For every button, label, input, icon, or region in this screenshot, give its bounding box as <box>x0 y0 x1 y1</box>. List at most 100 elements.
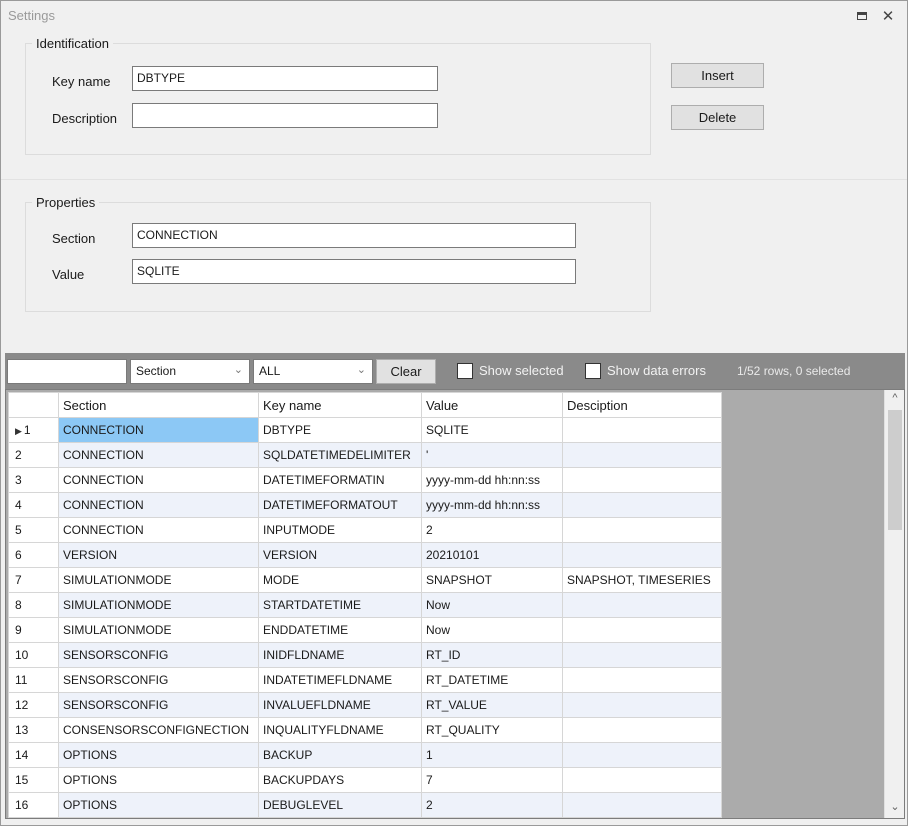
cell-key-name[interactable]: DEBUGLEVEL <box>258 792 422 818</box>
cell-key-name[interactable]: BACKUPDAYS <box>258 767 422 793</box>
row-number[interactable]: 5 <box>8 517 59 543</box>
cell-key-name[interactable]: DBTYPE <box>258 417 422 443</box>
cell-description[interactable] <box>562 717 722 743</box>
table-row[interactable]: 8 SIMULATIONMODE STARTDATETIME Now <box>8 592 722 618</box>
cell-section[interactable]: OPTIONS <box>58 767 259 793</box>
cell-value[interactable]: RT_DATETIME <box>421 667 563 693</box>
cell-section[interactable]: SENSORSCONFIG <box>58 642 259 668</box>
cell-key-name[interactable]: VERSION <box>258 542 422 568</box>
cell-description[interactable] <box>562 617 722 643</box>
cell-description[interactable] <box>562 542 722 568</box>
cell-description[interactable] <box>562 592 722 618</box>
cell-value[interactable]: yyyy-mm-dd hh:nn:ss <box>421 467 563 493</box>
cell-section[interactable]: SIMULATIONMODE <box>58 617 259 643</box>
cell-key-name[interactable]: SQLDATETIMEDELIMITER <box>258 442 422 468</box>
cell-value[interactable]: SQLITE <box>421 417 563 443</box>
column-header-value[interactable]: Value <box>421 392 563 418</box>
table-row[interactable]: 11 SENSORSCONFIG INDATETIMEFLDNAME RT_DATET… <box>8 667 722 693</box>
cell-key-name[interactable]: MODE <box>258 567 422 593</box>
cell-description[interactable] <box>562 517 722 543</box>
cell-key-name[interactable]: DATETIMEFORMATOUT <box>258 492 422 518</box>
cell-key-name[interactable]: ENDDATETIME <box>258 617 422 643</box>
row-number[interactable]: 7 <box>8 567 59 593</box>
section-input[interactable]: CONNECTION <box>132 223 576 248</box>
table-row[interactable]: 10 SENSORSCONFIG INIDFLDNAME RT_ID <box>8 642 722 668</box>
cell-key-name[interactable]: STARTDATETIME <box>258 592 422 618</box>
cell-key-name[interactable]: INPUTMODE <box>258 517 422 543</box>
row-number[interactable]: 6 <box>8 542 59 568</box>
row-number[interactable]: 12 <box>8 692 59 718</box>
close-button[interactable]: ✕ <box>877 5 899 27</box>
key-name-input[interactable]: DBTYPE <box>132 66 438 91</box>
cell-description[interactable] <box>562 692 722 718</box>
table-row[interactable]: 14 OPTIONS BACKUP 1 <box>8 742 722 768</box>
filter-search-input[interactable] <box>7 359 127 384</box>
show-selected-checkbox[interactable] <box>457 363 473 379</box>
table-row[interactable]: 15 OPTIONS BACKUPDAYS 7 <box>8 767 722 793</box>
row-number[interactable]: 11 <box>8 667 59 693</box>
cell-value[interactable]: RT_ID <box>421 642 563 668</box>
table-row[interactable]: 3 CONNECTION DATETIMEFORMATIN yyyy-mm-dd hh… <box>8 467 722 493</box>
scroll-up-icon[interactable]: ^ <box>885 392 904 408</box>
row-number[interactable]: 13 <box>8 717 59 743</box>
cell-section[interactable]: CONNECTION <box>58 517 259 543</box>
cell-value[interactable]: 20210101 <box>421 542 563 568</box>
table-row[interactable]: 9 SIMULATIONMODE ENDDATETIME Now <box>8 617 722 643</box>
show-data-errors-label[interactable]: Show data errors <box>607 363 706 378</box>
cell-description[interactable]: SNAPSHOT, TIMESERIES <box>562 567 722 593</box>
table-row[interactable]: ▶ 1 CONNECTION DBTYPE SQLITE <box>8 417 722 443</box>
cell-section[interactable]: OPTIONS <box>58 792 259 818</box>
cell-key-name[interactable]: INVALUEFLDNAME <box>258 692 422 718</box>
cell-section[interactable]: SIMULATIONMODE <box>58 592 259 618</box>
cell-description[interactable] <box>562 642 722 668</box>
row-number[interactable]: 16 <box>8 792 59 818</box>
filter-value-select[interactable]: ALL ⌄ <box>253 359 373 384</box>
delete-button[interactable]: Delete <box>671 105 764 130</box>
clear-button[interactable]: Clear <box>376 359 436 384</box>
settings-grid[interactable]: Section Key name Value Desciption ▶ 1 CONN… <box>5 389 905 819</box>
row-number[interactable]: 8 <box>8 592 59 618</box>
column-header-description[interactable]: Desciption <box>562 392 722 418</box>
row-number[interactable]: 4 <box>8 492 59 518</box>
column-header-section[interactable]: Section <box>58 392 259 418</box>
table-row[interactable]: 4 CONNECTION DATETIMEFORMATOUT yyyy-mm-dd h… <box>8 492 722 518</box>
cell-key-name[interactable]: INQUALITYFLDNAME <box>258 717 422 743</box>
value-input[interactable]: SQLITE <box>132 259 576 284</box>
cell-key-name[interactable]: INIDFLDNAME <box>258 642 422 668</box>
cell-description[interactable] <box>562 742 722 768</box>
cell-value[interactable]: ' <box>421 442 563 468</box>
cell-description[interactable] <box>562 792 722 818</box>
row-number[interactable]: 3 <box>8 467 59 493</box>
table-row[interactable]: 13 CONSENSORSCONFIGNECTION INQUALITYFLDNAM… <box>8 717 722 743</box>
cell-value[interactable]: 2 <box>421 517 563 543</box>
row-number[interactable]: ▶ 1 <box>8 417 59 443</box>
cell-description[interactable] <box>562 767 722 793</box>
cell-section[interactable]: SENSORSCONFIG <box>58 667 259 693</box>
cell-section[interactable]: CONNECTION <box>58 492 259 518</box>
row-number[interactable]: 14 <box>8 742 59 768</box>
cell-section[interactable]: OPTIONS <box>58 742 259 768</box>
cell-value[interactable]: Now <box>421 617 563 643</box>
filter-column-select[interactable]: Section ⌄ <box>130 359 250 384</box>
cell-description[interactable] <box>562 417 722 443</box>
table-row[interactable]: 12 SENSORSCONFIG INVALUEFLDNAME RT_VALUE <box>8 692 722 718</box>
cell-value[interactable]: yyyy-mm-dd hh:nn:ss <box>421 492 563 518</box>
cell-section[interactable]: SENSORSCONFIG <box>58 692 259 718</box>
cell-key-name[interactable]: BACKUP <box>258 742 422 768</box>
cell-section[interactable]: CONNECTION <box>58 442 259 468</box>
cell-value[interactable]: 2 <box>421 792 563 818</box>
cell-value[interactable]: Now <box>421 592 563 618</box>
scroll-down-icon[interactable]: ⌄ <box>885 800 904 816</box>
row-number[interactable]: 9 <box>8 617 59 643</box>
cell-section[interactable]: CONNECTION <box>58 467 259 493</box>
cell-value[interactable]: RT_VALUE <box>421 692 563 718</box>
table-row[interactable]: 16 OPTIONS DEBUGLEVEL 2 <box>8 792 722 818</box>
show-selected-label[interactable]: Show selected <box>479 363 564 378</box>
show-data-errors-checkbox[interactable] <box>585 363 601 379</box>
cell-section[interactable]: CONNECTION <box>58 417 259 443</box>
cell-description[interactable] <box>562 492 722 518</box>
cell-value[interactable]: 7 <box>421 767 563 793</box>
cell-section[interactable]: CONSENSORSCONFIGNECTION <box>58 717 259 743</box>
vertical-scrollbar[interactable]: ^ ⌄ <box>884 390 904 818</box>
cell-section[interactable]: SIMULATIONMODE <box>58 567 259 593</box>
